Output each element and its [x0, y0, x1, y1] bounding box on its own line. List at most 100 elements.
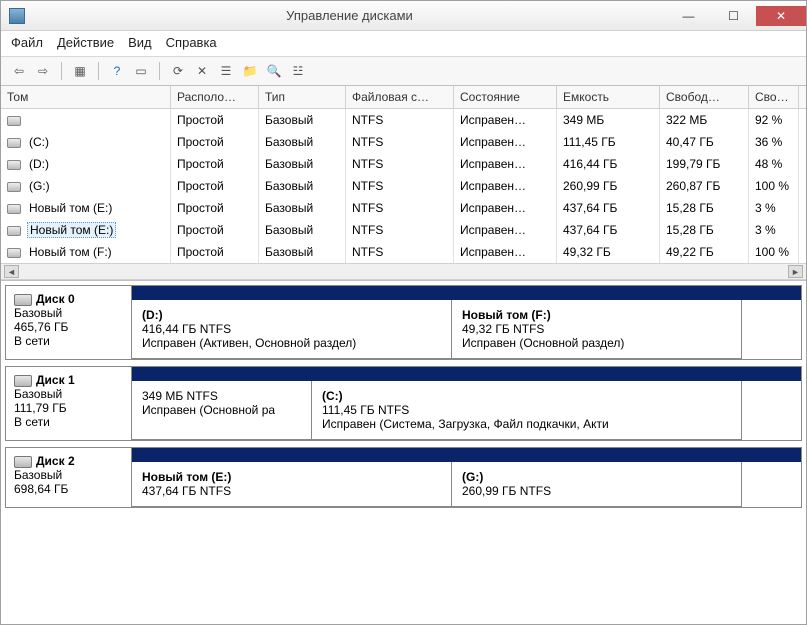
volume-layout: Простой: [171, 153, 259, 175]
disk-type: Базовый: [14, 387, 123, 401]
toolbar-separator: [98, 62, 99, 80]
volume-icon: [7, 160, 21, 170]
volume-name: (G:): [1, 175, 171, 197]
volume-row[interactable]: Новый том (E:)ПростойБазовыйNTFSИсправен…: [1, 219, 806, 241]
volume-fs: NTFS: [346, 219, 454, 241]
volume-capacity: 260,99 ГБ: [557, 175, 660, 197]
properties-icon[interactable]: ☰: [216, 61, 236, 81]
disk-row: Диск 1Базовый111,79 ГБВ сети349 МБ NTFSИ…: [5, 366, 802, 441]
scroll-left-icon[interactable]: ◄: [4, 265, 19, 278]
maximize-button[interactable]: ☐: [711, 6, 756, 26]
partition-status: Исправен (Активен, Основной раздел): [142, 336, 441, 350]
partition[interactable]: 349 МБ NTFSИсправен (Основной ра: [132, 381, 312, 440]
disk-partitions: 349 МБ NTFSИсправен (Основной ра(C:)111,…: [132, 367, 801, 440]
help-icon[interactable]: ?: [107, 61, 127, 81]
partition[interactable]: Новый том (F:)49,32 ГБ NTFSИсправен (Осн…: [452, 300, 742, 359]
volume-layout: Простой: [171, 197, 259, 219]
volume-layout: Простой: [171, 131, 259, 153]
partition-status: Исправен (Основной раздел): [462, 336, 731, 350]
menu-action[interactable]: Действие: [57, 35, 114, 50]
col-pct[interactable]: Своб…: [749, 86, 799, 108]
volume-pct: 36 %: [749, 131, 799, 153]
disk-name: Диск 2: [36, 454, 75, 468]
col-type[interactable]: Тип: [259, 86, 346, 108]
toolbar-separator: [61, 62, 62, 80]
back-icon[interactable]: ⇦: [9, 61, 29, 81]
volume-icon: [7, 182, 21, 192]
disk-status: В сети: [14, 415, 123, 429]
partition-info: 49,32 ГБ NTFS: [462, 322, 731, 336]
volume-fs: NTFS: [346, 197, 454, 219]
volume-icon: [7, 116, 21, 126]
volume-capacity: 416,44 ГБ: [557, 153, 660, 175]
volume-row[interactable]: (D:)ПростойБазовыйNTFSИсправен…416,44 ГБ…: [1, 153, 806, 175]
folder-icon[interactable]: 📁: [240, 61, 260, 81]
volume-layout: Простой: [171, 241, 259, 263]
volume-name: Новый том (E:): [1, 197, 171, 219]
disk-partitions: Новый том (E:)437,64 ГБ NTFS(G:)260,99 Г…: [132, 448, 801, 507]
volume-type: Базовый: [259, 197, 346, 219]
forward-icon[interactable]: ⇨: [33, 61, 53, 81]
disk-label: Диск 0Базовый465,76 ГБВ сети: [6, 286, 132, 359]
partition[interactable]: (D:)416,44 ГБ NTFSИсправен (Активен, Осн…: [132, 300, 452, 359]
partition-name: Новый том (E:): [142, 470, 441, 484]
partition[interactable]: (C:)111,45 ГБ NTFSИсправен (Система, Заг…: [312, 381, 742, 440]
disk-type: Базовый: [14, 468, 123, 482]
volume-row[interactable]: Новый том (F:)ПростойБазовыйNTFSИсправен…: [1, 241, 806, 263]
horizontal-scrollbar[interactable]: ◄ ►: [1, 263, 806, 280]
volume-name: (D:): [1, 153, 171, 175]
close-button[interactable]: ✕: [756, 6, 806, 26]
partition-bar: [132, 367, 801, 381]
volume-type: Базовый: [259, 241, 346, 263]
volume-name: [1, 109, 171, 131]
volume-pct: 3 %: [749, 219, 799, 241]
disk-type: Базовый: [14, 306, 123, 320]
volume-row[interactable]: (G:)ПростойБазовыйNTFSИсправен…260,99 ГБ…: [1, 175, 806, 197]
refresh-icon[interactable]: ⟳: [168, 61, 188, 81]
disk-name: Диск 0: [36, 292, 75, 306]
partition[interactable]: Новый том (E:)437,64 ГБ NTFS: [132, 462, 452, 507]
volume-capacity: 437,64 ГБ: [557, 197, 660, 219]
volume-status: Исправен…: [454, 153, 557, 175]
volume-capacity: 437,64 ГБ: [557, 219, 660, 241]
disk-row: Диск 0Базовый465,76 ГБВ сети(D:)416,44 Г…: [5, 285, 802, 360]
volume-free: 40,47 ГБ: [660, 131, 749, 153]
search-icon[interactable]: 🔍: [264, 61, 284, 81]
volume-layout: Простой: [171, 109, 259, 131]
view-icon[interactable]: ▭: [131, 61, 151, 81]
volume-type: Базовый: [259, 131, 346, 153]
app-icon: [9, 8, 25, 24]
menu-help[interactable]: Справка: [166, 35, 217, 50]
volume-free: 199,79 ГБ: [660, 153, 749, 175]
disks-panel: Диск 0Базовый465,76 ГБВ сети(D:)416,44 Г…: [1, 280, 806, 624]
partition-status: Исправен (Основной ра: [142, 403, 301, 417]
volume-layout: Простой: [171, 219, 259, 241]
col-layout[interactable]: Располо…: [171, 86, 259, 108]
volume-status: Исправен…: [454, 241, 557, 263]
volume-free: 15,28 ГБ: [660, 219, 749, 241]
scroll-right-icon[interactable]: ►: [788, 265, 803, 278]
list-icon[interactable]: ☳: [288, 61, 308, 81]
disk-row: Диск 2Базовый698,64 ГБНовый том (E:)437,…: [5, 447, 802, 508]
toolbar-separator: [159, 62, 160, 80]
col-volume[interactable]: Том: [1, 86, 171, 108]
partition-bar: [132, 286, 801, 300]
col-free[interactable]: Свобод…: [660, 86, 749, 108]
volume-row[interactable]: Новый том (E:)ПростойБазовыйNTFSИсправен…: [1, 197, 806, 219]
disk-partitions: (D:)416,44 ГБ NTFSИсправен (Активен, Осн…: [132, 286, 801, 359]
volume-free: 15,28 ГБ: [660, 197, 749, 219]
volume-row[interactable]: (C:)ПростойБазовыйNTFSИсправен…111,45 ГБ…: [1, 131, 806, 153]
menu-file[interactable]: Файл: [11, 35, 43, 50]
minimize-button[interactable]: —: [666, 6, 711, 26]
col-capacity[interactable]: Емкость: [557, 86, 660, 108]
delete-icon[interactable]: ✕: [192, 61, 212, 81]
partition[interactable]: (G:)260,99 ГБ NTFS: [452, 462, 742, 507]
partition-name: Новый том (F:): [462, 308, 731, 322]
volume-row[interactable]: ПростойБазовыйNTFSИсправен…349 МБ322 МБ9…: [1, 109, 806, 131]
col-fs[interactable]: Файловая с…: [346, 86, 454, 108]
partition-info: 349 МБ NTFS: [142, 389, 301, 403]
col-status[interactable]: Состояние: [454, 86, 557, 108]
menu-view[interactable]: Вид: [128, 35, 152, 50]
panel-icon[interactable]: ▦: [70, 61, 90, 81]
disk-icon: [14, 375, 32, 387]
